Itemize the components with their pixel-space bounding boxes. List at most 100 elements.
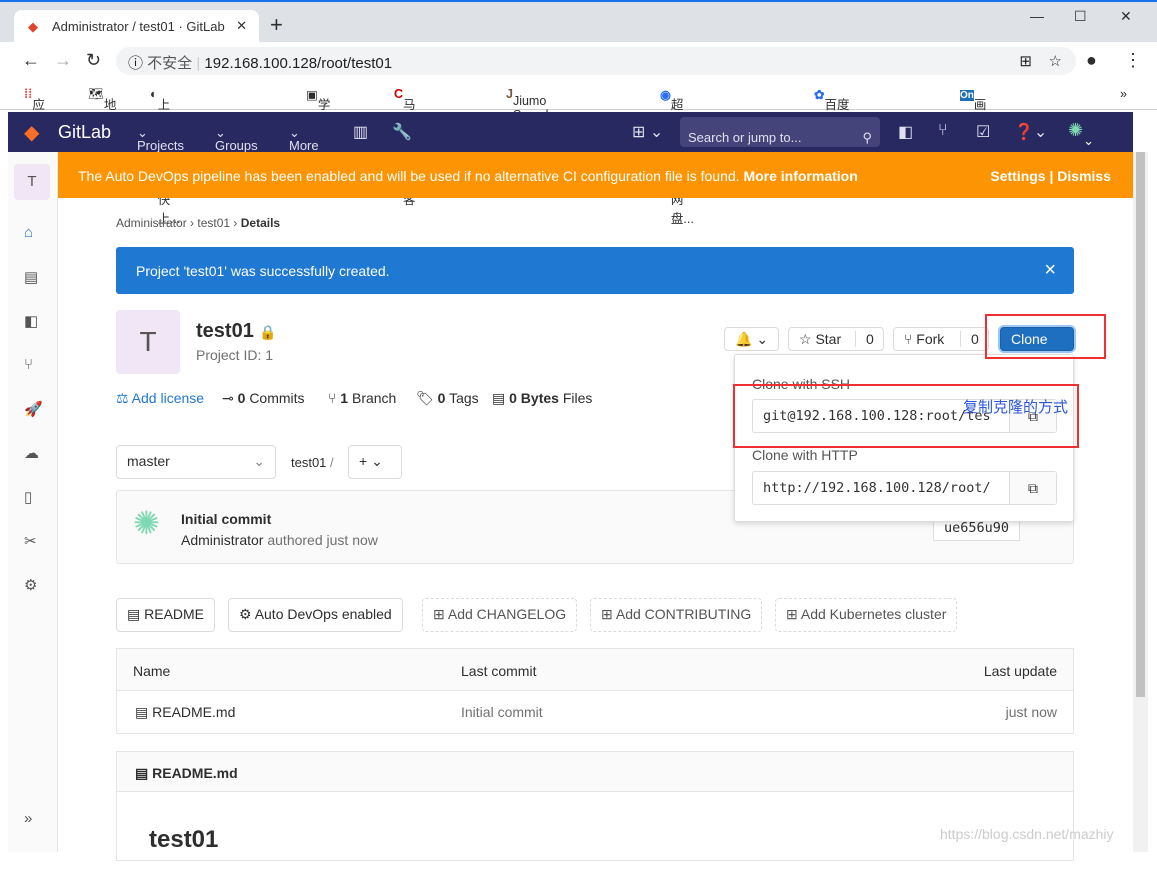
- commits-link[interactable]: ⊸ 0 Commits: [222, 390, 305, 407]
- project-avatar-large: T: [116, 310, 180, 374]
- bookmark[interactable]: C 马治个人博客: [394, 87, 416, 207]
- close-tab-icon[interactable]: ✕: [236, 18, 247, 34]
- commit-title[interactable]: Initial commit: [181, 511, 271, 527]
- bookmark-apps[interactable]: ⁞⁞ 应用: [24, 87, 45, 131]
- commit-author[interactable]: Administrator: [181, 532, 263, 548]
- search-icon: ⚲: [862, 130, 872, 145]
- new-item-icon[interactable]: ⊞ ⌄: [632, 122, 663, 142]
- wiki-book-icon[interactable]: ▯: [24, 488, 32, 506]
- autodevops-button[interactable]: ⚙ Auto DevOps enabled: [228, 598, 403, 632]
- bookmark[interactable]: 🗺 地图: [88, 87, 116, 131]
- more-information-link[interactable]: More information: [743, 168, 857, 184]
- gitlab-navbar: ◆ GitLab Projects ⌄ Groups ⌄ More ⌄ ▥ 🔧 …: [8, 112, 1133, 153]
- notification-button[interactable]: 🔔 ⌄: [724, 327, 780, 351]
- plus-icon: ⊞: [601, 606, 613, 622]
- autodevops-banner: The Auto DevOps pipeline has been enable…: [58, 152, 1133, 198]
- reload-icon[interactable]: ↻: [86, 50, 101, 71]
- breadcrumb: Administrator › test01 › Details: [116, 216, 281, 230]
- ci-rocket-icon[interactable]: 🚀: [24, 400, 43, 418]
- star-button[interactable]: ☆ Star 0: [788, 327, 884, 351]
- annotation-text: 复制克隆的方式: [963, 399, 1069, 416]
- issues-icon[interactable]: ◧: [24, 312, 38, 330]
- readme-button[interactable]: ▤ README: [116, 598, 216, 632]
- user-avatar[interactable]: ✺ ⌄: [1068, 120, 1094, 148]
- maximize-icon[interactable]: ☐: [1074, 8, 1087, 25]
- forward-icon[interactable]: →: [54, 50, 72, 71]
- settings-link[interactable]: Settings: [990, 168, 1045, 184]
- browser-tab[interactable]: ◆ Administrator / test01 · GitLab ✕: [14, 10, 259, 44]
- close-window-icon[interactable]: ✕: [1120, 8, 1132, 25]
- readme-panel: ▤ README.md test01: [116, 751, 1074, 861]
- add-kubernetes-button[interactable]: ⊞ Add Kubernetes cluster: [775, 598, 958, 632]
- translate-icon[interactable]: ⊞: [1019, 52, 1032, 70]
- settings-gear-icon[interactable]: ⚙: [24, 576, 37, 594]
- readme-heading: test01: [149, 826, 219, 853]
- file-icon: ▤: [135, 704, 149, 720]
- account-icon[interactable]: ●: [1086, 50, 1097, 71]
- more-bookmarks-icon[interactable]: »: [1120, 87, 1127, 101]
- bookmark[interactable]: ▣ 学生平台: [306, 87, 330, 169]
- minimize-icon[interactable]: —: [1030, 8, 1044, 24]
- copy-http-icon[interactable]: ⧉: [1009, 472, 1056, 504]
- table-row[interactable]: ▤ README.md Initial commit just now: [117, 691, 1073, 733]
- tags-link[interactable]: 🏷 0 Tags: [416, 390, 479, 407]
- merge-requests-icon[interactable]: ⑂: [24, 356, 33, 373]
- bookmark[interactable]: ✿ 百度一下，你就知道: [814, 87, 850, 188]
- commit-author-avatar: ✺: [133, 505, 160, 541]
- collapse-sidebar-icon[interactable]: »: [24, 810, 32, 827]
- info-icon: ⓘ: [128, 55, 148, 72]
- back-icon[interactable]: ←: [22, 50, 40, 71]
- bookmark[interactable]: On 画图: [960, 87, 986, 131]
- admin-wrench-icon[interactable]: 🔧: [392, 122, 412, 142]
- close-flash-icon[interactable]: ×: [1044, 259, 1056, 282]
- repository-icon[interactable]: ▤: [24, 268, 38, 286]
- more-menu[interactable]: More ⌄: [289, 125, 319, 153]
- fork-icon: ⑂: [904, 331, 913, 347]
- flash-notice: Project 'test01' was successfully create…: [116, 247, 1074, 294]
- add-file-dropdown[interactable]: + ⌄: [348, 445, 402, 479]
- fork-button[interactable]: ⑂ Fork 0: [893, 327, 989, 351]
- branch-link[interactable]: ⑂ 1 Branch: [328, 390, 396, 406]
- activity-icon[interactable]: ▥: [353, 122, 368, 142]
- bookmark[interactable]: ◉ 超能搜 - 百度网盘...: [660, 87, 694, 226]
- project-title: test01 🔒: [196, 320, 277, 342]
- help-icon[interactable]: ❓⌄: [1014, 122, 1047, 142]
- bookmark[interactable]: J Jiumo Search 鸠摩...: [506, 87, 553, 140]
- operations-cloud-icon[interactable]: ☁: [24, 444, 39, 462]
- home-icon[interactable]: ⌂: [24, 224, 33, 241]
- issues-icon[interactable]: ◧: [898, 122, 913, 142]
- dismiss-link[interactable]: Dismiss: [1057, 168, 1111, 184]
- search-input[interactable]: Search or jump to... ⚲: [680, 117, 880, 147]
- url-input[interactable]: ⓘ 不安全 | 192.168.100.128/root/test01 ⊞ ☆: [116, 47, 1076, 75]
- lock-icon: 🔒: [259, 324, 277, 340]
- star-icon: ☆: [799, 331, 812, 347]
- projects-menu[interactable]: Projects ⌄: [137, 125, 184, 153]
- menu-icon[interactable]: ⋮: [1124, 50, 1142, 71]
- snippets-scissors-icon[interactable]: ✂: [24, 532, 37, 550]
- groups-menu[interactable]: Groups ⌄: [215, 125, 258, 153]
- annotation-box-clone: [985, 314, 1106, 359]
- star-bookmark-icon[interactable]: ☆: [1049, 52, 1062, 70]
- add-license-link[interactable]: ⚖ Add license: [116, 390, 204, 407]
- tab-bar: ◆ Administrator / test01 · GitLab ✕ + — …: [0, 0, 1157, 44]
- new-tab-icon[interactable]: +: [270, 12, 283, 38]
- project-id: Project ID: 1: [196, 347, 274, 363]
- add-contributing-button[interactable]: ⊞ Add CONTRIBUTING: [590, 598, 763, 632]
- project-sidebar: T ⌂ ▤ ◧ ⑂ 🚀 ☁ ▯ ✂ ⚙ »: [8, 152, 58, 852]
- branch-select[interactable]: master ⌄: [116, 445, 276, 479]
- http-url-input[interactable]: http://192.168.100.128/root/ ⧉: [752, 471, 1057, 505]
- file-table: Name Last commit Last update ▤ README.md…: [116, 648, 1074, 734]
- repo-path: test01 /: [291, 455, 334, 470]
- bookmark[interactable]: ◐ 上网导航 - 轻快上...: [150, 87, 180, 226]
- file-icon: ▤: [127, 606, 141, 622]
- plus-icon: ⊞: [433, 606, 445, 622]
- gitlab-favicon-icon: ◆: [28, 19, 38, 34]
- files-link[interactable]: ▤ 0 Bytes Files: [492, 390, 592, 407]
- todos-icon[interactable]: ☑: [976, 122, 990, 142]
- scrollbar[interactable]: [1133, 152, 1148, 852]
- gitlab-logo-icon[interactable]: ◆: [24, 120, 39, 145]
- project-avatar[interactable]: T: [14, 164, 50, 200]
- merge-requests-icon[interactable]: ⑂: [938, 122, 948, 140]
- add-changelog-button[interactable]: ⊞ Add CHANGELOG: [422, 598, 578, 632]
- brand[interactable]: GitLab: [58, 122, 111, 143]
